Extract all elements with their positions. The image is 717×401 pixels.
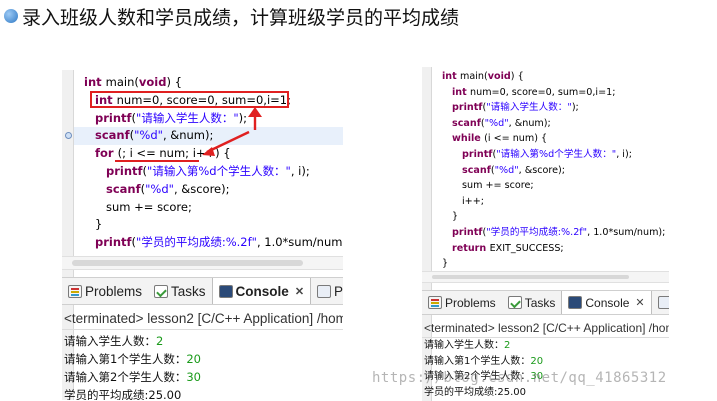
tasks-icon xyxy=(154,284,169,298)
console-icon xyxy=(218,284,233,298)
tab-console-label: Console xyxy=(235,283,289,299)
problems-icon xyxy=(68,284,82,298)
tab-problems-label: Problems xyxy=(85,283,143,299)
tab-console-label: Console xyxy=(585,295,630,310)
code-line: } xyxy=(95,217,103,232)
code-line: int main(void) { xyxy=(442,71,524,82)
close-icon[interactable]: ✕ xyxy=(635,296,644,309)
console-icon xyxy=(568,296,583,309)
properties-icon xyxy=(317,284,332,298)
console-output-line: 学员的平均成绩:25.00 xyxy=(424,386,526,398)
title-text: 录入班级人数和学员成绩，计算班级学员的平均成绩 xyxy=(22,6,460,29)
tab-tasks[interactable]: Tasks xyxy=(148,278,212,304)
code-line: printf("请输入第%d个学生人数：", i); xyxy=(462,149,632,160)
console-output-line: 请输入学生人数：2 xyxy=(64,334,164,348)
code-line: } xyxy=(442,258,449,270)
properties-icon xyxy=(657,296,669,309)
tab-properties[interactable]: P xyxy=(652,291,669,314)
code-line: while (i <= num) { xyxy=(452,133,548,145)
left-view-tabbar: Problems Tasks Console ✕ Pr xyxy=(62,277,343,305)
right-editor-pane: int main(void) { int num=0, score=0, sum=… xyxy=(422,67,669,401)
tab-tasks-label: Tasks xyxy=(524,295,556,310)
code-line: sum += score; xyxy=(106,199,192,214)
code-line: scanf("%d", &num); xyxy=(452,117,551,129)
code-line: sum += score; xyxy=(462,180,534,192)
tab-properties[interactable]: Pr xyxy=(311,278,343,304)
tab-console[interactable]: Console ✕ xyxy=(561,291,652,314)
left-editor-pane: int main(void) {int num=0, score=0, sum=… xyxy=(62,70,343,400)
tasks-icon xyxy=(507,296,522,309)
bullet-icon xyxy=(4,9,18,23)
tab-problems[interactable]: Problems xyxy=(62,278,148,304)
console-output-line: 学员的平均成绩:25.00 xyxy=(64,388,182,400)
console-output-line: 请输入第1个学生人数：20 xyxy=(64,352,201,366)
code-line: scanf("%d", &score); xyxy=(462,164,565,176)
code-line: int num=0, score=0, sum=0,i=1; xyxy=(452,86,616,98)
left-horizontal-scrollbar[interactable] xyxy=(62,256,343,270)
code-line: return EXIT_SUCCESS; xyxy=(452,242,564,254)
code-line: printf("请输入学生人数："); xyxy=(452,102,579,114)
right-terminated-status: <terminated> lesson2 [C/C++ Application]… xyxy=(422,318,669,338)
code-line: printf("学员的平均成绩:%.2f", 1.0*sum/num); xyxy=(95,235,343,250)
tab-console[interactable]: Console ✕ xyxy=(211,278,312,304)
right-view-tabbar: Problems Tasks Console ✕ P xyxy=(422,290,669,315)
code-line: i++; xyxy=(462,195,484,207)
code-line: printf("学员的平均成绩:%.2f", 1.0*sum/num); xyxy=(452,227,666,238)
annotation-arrows xyxy=(202,107,262,156)
watermark-text: https://blog.csdn.net/qq_41865312 xyxy=(372,370,667,386)
left-terminated-status: <terminated> lesson2 [C/C++ Application]… xyxy=(62,308,343,330)
tab-tasks-label: Tasks xyxy=(171,283,206,299)
tab-problems[interactable]: Problems xyxy=(422,291,502,314)
close-icon[interactable]: ✕ xyxy=(295,285,304,298)
page-title: 录入班级人数和学员成绩，计算班级学员的平均成绩 xyxy=(4,2,459,30)
right-horizontal-scrollbar[interactable] xyxy=(422,271,669,283)
tab-properties-label: Pr xyxy=(334,283,343,299)
tab-problems-label: Problems xyxy=(445,295,496,310)
problems-icon xyxy=(428,296,442,309)
tab-tasks[interactable]: Tasks xyxy=(502,291,562,314)
console-output-line: 请输入第1个学生人数：20 xyxy=(424,355,544,367)
code-line: } xyxy=(452,211,459,223)
console-output-line: 请输入第2个学生人数：30 xyxy=(64,370,201,384)
console-output-line: 请输入学生人数：2 xyxy=(424,340,511,351)
